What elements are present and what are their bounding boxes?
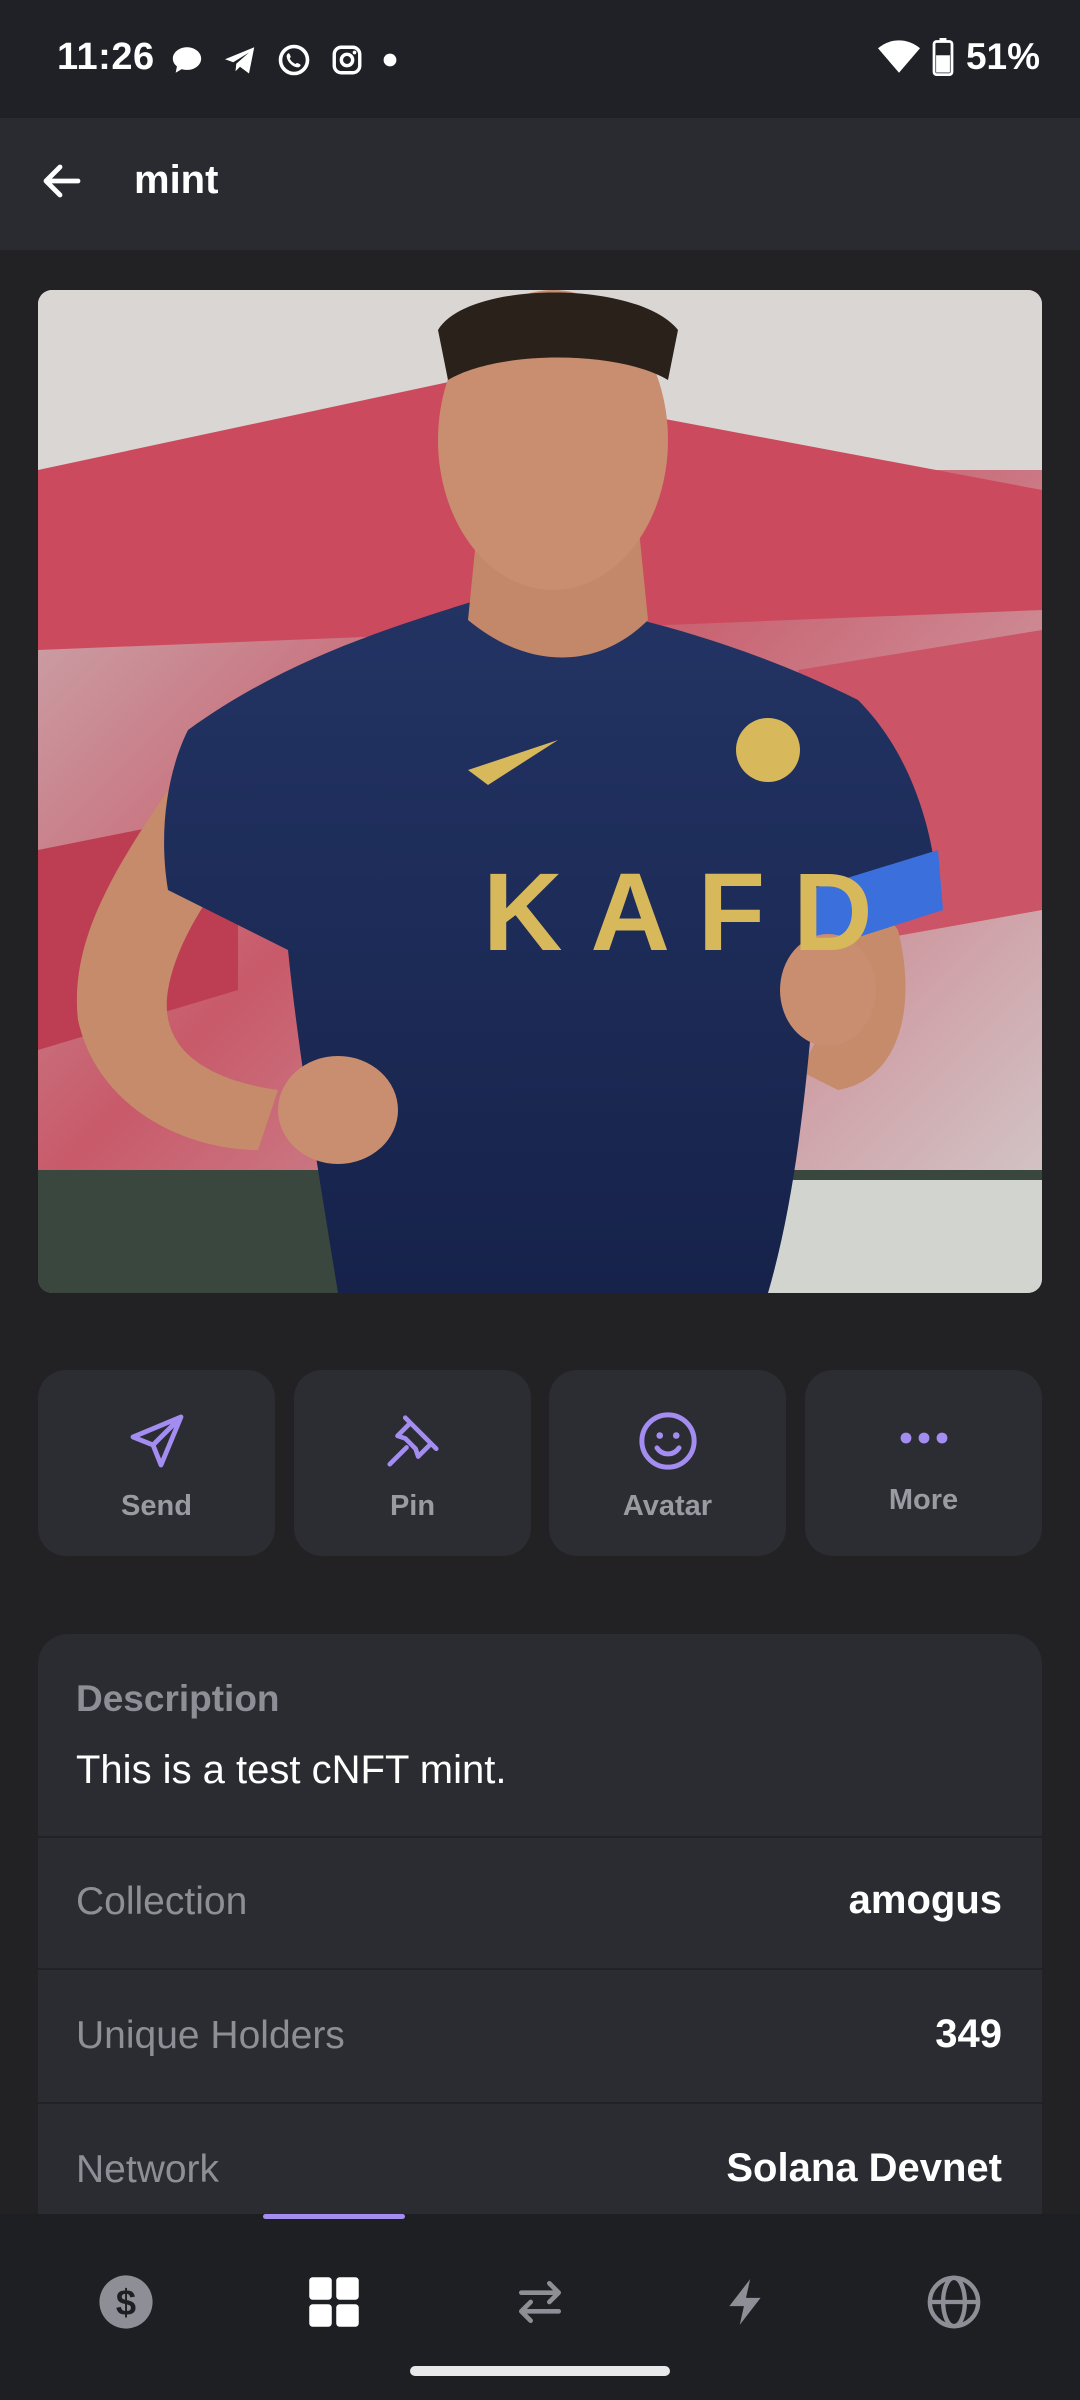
- whatsapp-icon: [278, 44, 310, 76]
- lightning-icon: [729, 2279, 761, 2325]
- svg-text:KAFD: KAFD: [483, 851, 901, 974]
- notification-icons: [170, 40, 398, 80]
- send-button[interactable]: Send: [38, 1370, 275, 1556]
- detail-row-collection: Collection amogus: [38, 1836, 1042, 1970]
- pin-label: Pin: [389, 1490, 436, 1522]
- back-button[interactable]: [32, 151, 92, 211]
- nav-swap[interactable]: [500, 2262, 580, 2342]
- detail-value: Solana Devnet: [726, 2146, 1002, 2190]
- pin-icon: [386, 1415, 439, 1467]
- chat-bubble-icon: [172, 47, 202, 73]
- nav-wallet[interactable]: $: [86, 2262, 166, 2342]
- details-card: Description This is a test cNFT mint. Co…: [38, 1634, 1042, 2214]
- battery-percent: 51%: [965, 36, 1040, 77]
- home-gesture-bar[interactable]: [410, 2366, 670, 2376]
- instagram-icon: [332, 45, 362, 75]
- send-label: Send: [121, 1490, 192, 1522]
- detail-label: Network: [76, 2148, 220, 2191]
- swap-icon: [519, 2281, 561, 2323]
- wifi-icon: [877, 40, 920, 73]
- dot-icon: [383, 53, 397, 67]
- description-text: This is a test cNFT mint.: [76, 1748, 507, 1792]
- avatar-button[interactable]: Avatar: [549, 1370, 786, 1556]
- more-label: More: [888, 1484, 959, 1516]
- nav-browser[interactable]: [914, 2262, 994, 2342]
- grid-icon: [309, 2277, 359, 2327]
- description-heading: Description: [76, 1678, 280, 1719]
- app-bar: mint: [0, 118, 1080, 250]
- nav-collectibles[interactable]: [294, 2262, 374, 2342]
- telegram-icon: [225, 47, 255, 74]
- detail-row-network: Network Solana Devnet: [38, 2104, 1042, 2214]
- page-title: mint: [134, 158, 219, 202]
- detail-value: amogus: [848, 1878, 1002, 1922]
- detail-label: Unique Holders: [76, 2014, 345, 2057]
- detail-label: Collection: [76, 1880, 248, 1923]
- dollar-icon: $: [99, 2275, 153, 2329]
- action-buttons: Send Pin Avatar More: [38, 1370, 1042, 1556]
- globe-icon: [927, 2275, 981, 2329]
- status-bar: 11:26 51%: [0, 0, 1080, 118]
- description-section: Description This is a test cNFT mint.: [38, 1634, 1042, 1838]
- more-dots-icon: [900, 1432, 947, 1444]
- pin-button[interactable]: Pin: [294, 1370, 531, 1556]
- nav-activity[interactable]: [706, 2262, 786, 2342]
- detail-value: 349: [935, 2012, 1002, 2056]
- more-button[interactable]: More: [805, 1370, 1042, 1556]
- svg-text:$: $: [116, 2282, 136, 2323]
- smiley-icon: [638, 1412, 697, 1470]
- avatar-label: Avatar: [622, 1490, 713, 1522]
- nft-photo: KAFD: [38, 290, 1042, 1293]
- nft-image[interactable]: KAFD: [38, 290, 1042, 1293]
- status-time: 11:26: [57, 36, 155, 78]
- battery-icon: [932, 38, 954, 76]
- active-tab-indicator: [263, 2214, 405, 2219]
- detail-row-unique-holders: Unique Holders 349: [38, 1970, 1042, 2104]
- arrow-left-icon: [43, 164, 81, 198]
- send-icon: [130, 1414, 183, 1468]
